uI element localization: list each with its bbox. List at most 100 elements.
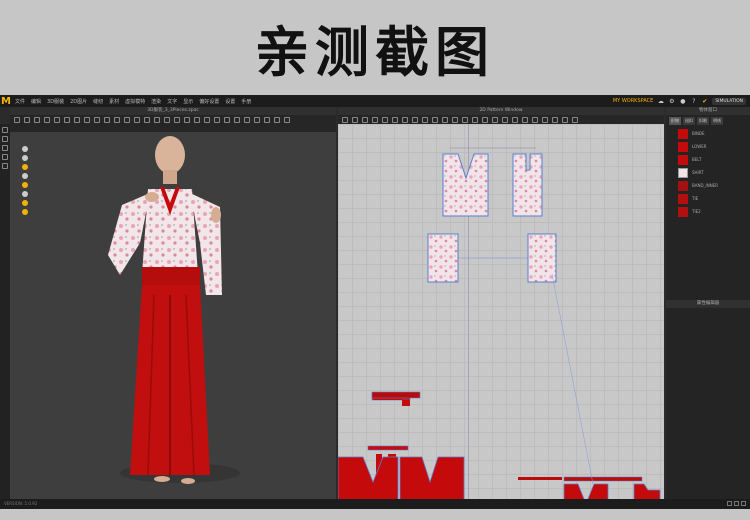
menu-render[interactable]: 渲染 <box>151 98 161 105</box>
vertical-tool-icon[interactable] <box>2 163 8 169</box>
3d-toolbar-icon[interactable] <box>234 117 240 123</box>
vertical-tool-icon[interactable] <box>2 127 8 133</box>
2d-toolbar-icon[interactable] <box>522 117 528 123</box>
menu-text[interactable]: 文字 <box>167 98 177 105</box>
3d-toolbar-icon[interactable] <box>214 117 220 123</box>
2d-toolbar-icon[interactable] <box>442 117 448 123</box>
3d-toolbar-icon[interactable] <box>114 117 120 123</box>
2d-pattern-viewport[interactable] <box>338 124 664 499</box>
vertical-tool-icon[interactable] <box>2 145 8 151</box>
2d-toolbar-icon[interactable] <box>542 117 548 123</box>
layout-icon[interactable] <box>741 501 746 506</box>
fabric-swatch[interactable] <box>678 180 688 191</box>
fabric-list-item[interactable]: BELT <box>666 153 750 166</box>
help-icon[interactable]: ? <box>690 98 697 105</box>
3d-tool-icon[interactable] <box>22 155 28 161</box>
3d-tool-icon[interactable] <box>22 209 28 215</box>
2d-toolbar-icon[interactable] <box>532 117 538 123</box>
3d-toolbar-icon[interactable] <box>94 117 100 123</box>
fabric-list-item[interactable]: BINDE <box>666 127 750 140</box>
2d-toolbar-icon[interactable] <box>462 117 468 123</box>
tab-fabric[interactable]: 织物 <box>669 117 681 125</box>
layout-icon[interactable] <box>734 501 739 506</box>
2d-toolbar-icon[interactable] <box>572 117 578 123</box>
2d-toolbar-icon[interactable] <box>562 117 568 123</box>
2d-toolbar-icon[interactable] <box>402 117 408 123</box>
3d-tool-icon[interactable] <box>22 200 28 206</box>
menu-manual[interactable]: 手册 <box>241 98 251 105</box>
2d-toolbar-icon[interactable] <box>512 117 518 123</box>
fabric-swatch[interactable] <box>678 154 688 165</box>
3d-toolbar-icon[interactable] <box>74 117 80 123</box>
3d-tool-icon[interactable] <box>22 182 28 188</box>
2d-toolbar-icon[interactable] <box>502 117 508 123</box>
2d-toolbar-icon[interactable] <box>362 117 368 123</box>
pattern-pieces[interactable] <box>338 124 664 499</box>
2d-toolbar-icon[interactable] <box>392 117 398 123</box>
2d-toolbar-icon[interactable] <box>472 117 478 123</box>
3d-toolbar-icon[interactable] <box>144 117 150 123</box>
fabric-list-item[interactable]: LOWER <box>666 140 750 153</box>
fabric-list-item[interactable]: SHIRT <box>666 166 750 179</box>
3d-toolbar-icon[interactable] <box>254 117 260 123</box>
avatar-3d[interactable] <box>10 115 336 499</box>
user-icon[interactable]: ● <box>679 98 686 105</box>
fabric-list-item[interactable]: BAND_INNER <box>666 179 750 192</box>
menu-avatar[interactable]: 虚拟模特 <box>125 98 145 105</box>
2d-toolbar-icon[interactable] <box>342 117 348 123</box>
3d-toolbar-icon[interactable] <box>184 117 190 123</box>
2d-toolbar-icon[interactable] <box>432 117 438 123</box>
cloud-icon[interactable]: ☁ <box>657 98 664 105</box>
3d-tool-icon[interactable] <box>22 191 28 197</box>
3d-viewport[interactable]: 3D服装_3_3Pieces.zpac <box>10 107 336 499</box>
fabric-swatch[interactable] <box>678 193 688 204</box>
fabric-swatch[interactable] <box>678 128 688 139</box>
menu-2d-pattern[interactable]: 2D图片 <box>70 98 87 105</box>
menu-3d-garment[interactable]: 3D服装 <box>47 98 64 105</box>
3d-tool-icon[interactable] <box>22 173 28 179</box>
2d-toolbar-icon[interactable] <box>422 117 428 123</box>
workspace-name[interactable]: MY WORKSPACE <box>613 98 653 104</box>
3d-toolbar-icon[interactable] <box>204 117 210 123</box>
3d-toolbar-icon[interactable] <box>194 117 200 123</box>
fabric-list-item[interactable]: TIE2 <box>666 205 750 218</box>
vertical-tool-icon[interactable] <box>2 154 8 160</box>
menu-preferences[interactable]: 偏好设置 <box>199 98 219 105</box>
gear-icon[interactable]: ⚙ <box>668 98 675 105</box>
vertical-tool-icon[interactable] <box>2 136 8 142</box>
3d-toolbar-icon[interactable] <box>174 117 180 123</box>
fabric-swatch[interactable] <box>678 206 688 217</box>
3d-toolbar-icon[interactable] <box>84 117 90 123</box>
3d-toolbar-icon[interactable] <box>284 117 290 123</box>
3d-toolbar-icon[interactable] <box>164 117 170 123</box>
3d-toolbar-icon[interactable] <box>244 117 250 123</box>
3d-toolbar-icon[interactable] <box>24 117 30 123</box>
3d-toolbar-icon[interactable] <box>34 117 40 123</box>
2d-toolbar-icon[interactable] <box>382 117 388 123</box>
tab-topstitch[interactable]: 明线 <box>711 117 723 125</box>
2d-toolbar-icon[interactable] <box>452 117 458 123</box>
fabric-list-item[interactable]: TIE <box>666 192 750 205</box>
3d-toolbar-icon[interactable] <box>124 117 130 123</box>
menu-materials[interactable]: 素材 <box>109 98 119 105</box>
3d-toolbar-icon[interactable] <box>54 117 60 123</box>
3d-toolbar-icon[interactable] <box>44 117 50 123</box>
mode-dropdown[interactable]: SIMULATION <box>712 97 746 105</box>
2d-toolbar-icon[interactable] <box>552 117 558 123</box>
menu-file[interactable]: 文件 <box>15 98 25 105</box>
3d-tool-icon[interactable] <box>22 146 28 152</box>
2d-toolbar-icon[interactable] <box>352 117 358 123</box>
menu-display[interactable]: 显示 <box>183 98 193 105</box>
3d-toolbar-icon[interactable] <box>134 117 140 123</box>
2d-toolbar-icon[interactable] <box>482 117 488 123</box>
tab-buttonhole[interactable]: 扣眼 <box>697 117 709 125</box>
2d-toolbar-icon[interactable] <box>412 117 418 123</box>
menu-edit[interactable]: 编辑 <box>31 98 41 105</box>
mode-icon[interactable]: ✔ <box>701 98 708 105</box>
3d-toolbar-icon[interactable] <box>264 117 270 123</box>
tab-button[interactable]: 纽扣 <box>683 117 695 125</box>
fabric-swatch[interactable] <box>678 167 688 178</box>
3d-toolbar-icon[interactable] <box>224 117 230 123</box>
3d-toolbar-icon[interactable] <box>104 117 110 123</box>
3d-tool-icon[interactable] <box>22 164 28 170</box>
